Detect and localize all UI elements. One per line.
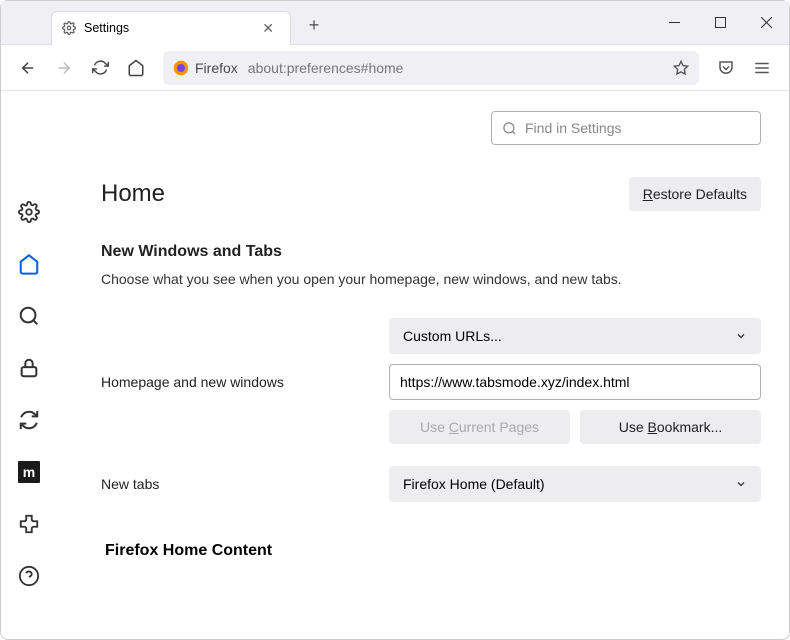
section-title: New Windows and Tabs <box>101 243 761 261</box>
firefox-icon <box>173 60 189 76</box>
homepage-select-value: Custom URLs... <box>403 328 502 344</box>
reload-button[interactable] <box>83 51 117 85</box>
sidebar-sync-icon[interactable] <box>16 407 42 433</box>
chevron-down-icon <box>735 330 747 342</box>
close-window-button[interactable] <box>743 3 789 43</box>
use-bookmark-button[interactable]: Use Bookmark... <box>580 410 761 444</box>
settings-main: Find in Settings Home Restore Defaults N… <box>57 91 789 639</box>
window-controls <box>651 3 789 43</box>
sidebar-home-icon[interactable] <box>16 251 42 277</box>
sidebar-general-icon[interactable] <box>16 199 42 225</box>
settings-search-input[interactable]: Find in Settings <box>491 111 761 145</box>
tab-title: Settings <box>84 21 256 35</box>
settings-sidebar: m <box>1 91 57 639</box>
app-menu-button[interactable] <box>745 51 779 85</box>
page-title: Home <box>101 180 165 208</box>
browser-tab[interactable]: Settings ✕ <box>51 11 291 45</box>
pocket-button[interactable] <box>709 51 743 85</box>
homepage-windows-label: Homepage and new windows <box>101 374 389 390</box>
titlebar: Settings ✕ + <box>1 1 789 45</box>
gear-icon <box>62 21 76 35</box>
content-area: m Find in Settings Home Restore Defaults… <box>1 91 789 639</box>
maximize-button[interactable] <box>697 3 743 43</box>
close-tab-icon[interactable]: ✕ <box>256 18 280 39</box>
url-text: about:preferences#home <box>248 60 404 76</box>
newtabs-select[interactable]: Firefox Home (Default) <box>389 466 761 502</box>
identity-label: Firefox <box>195 60 238 76</box>
bookmark-star-icon[interactable] <box>673 60 689 76</box>
chevron-down-icon <box>735 478 747 490</box>
back-button[interactable] <box>11 51 45 85</box>
sidebar-help-icon[interactable] <box>16 563 42 589</box>
home-button[interactable] <box>119 51 153 85</box>
forward-button[interactable] <box>47 51 81 85</box>
sidebar-extensions-icon[interactable] <box>16 511 42 537</box>
use-current-pages-button[interactable]: Use Current Pages <box>389 410 570 444</box>
home-content-title: Firefox Home Content <box>101 542 761 560</box>
newtabs-select-value: Firefox Home (Default) <box>403 476 545 492</box>
homepage-url-input[interactable] <box>389 364 761 400</box>
minimize-button[interactable] <box>651 3 697 43</box>
sidebar-privacy-icon[interactable] <box>16 355 42 381</box>
new-tab-button[interactable]: + <box>299 11 329 41</box>
search-placeholder: Find in Settings <box>525 120 622 136</box>
sidebar-more-icon[interactable]: m <box>16 459 42 485</box>
section-description: Choose what you see when you open your h… <box>101 269 761 290</box>
nav-toolbar: Firefox about:preferences#home <box>1 45 789 91</box>
search-icon <box>502 121 517 136</box>
url-bar[interactable]: Firefox about:preferences#home <box>163 51 699 85</box>
homepage-select[interactable]: Custom URLs... <box>389 318 761 354</box>
sidebar-search-icon[interactable] <box>16 303 42 329</box>
restore-defaults-button[interactable]: Restore Defaults <box>629 177 761 211</box>
newtabs-label: New tabs <box>101 476 389 492</box>
